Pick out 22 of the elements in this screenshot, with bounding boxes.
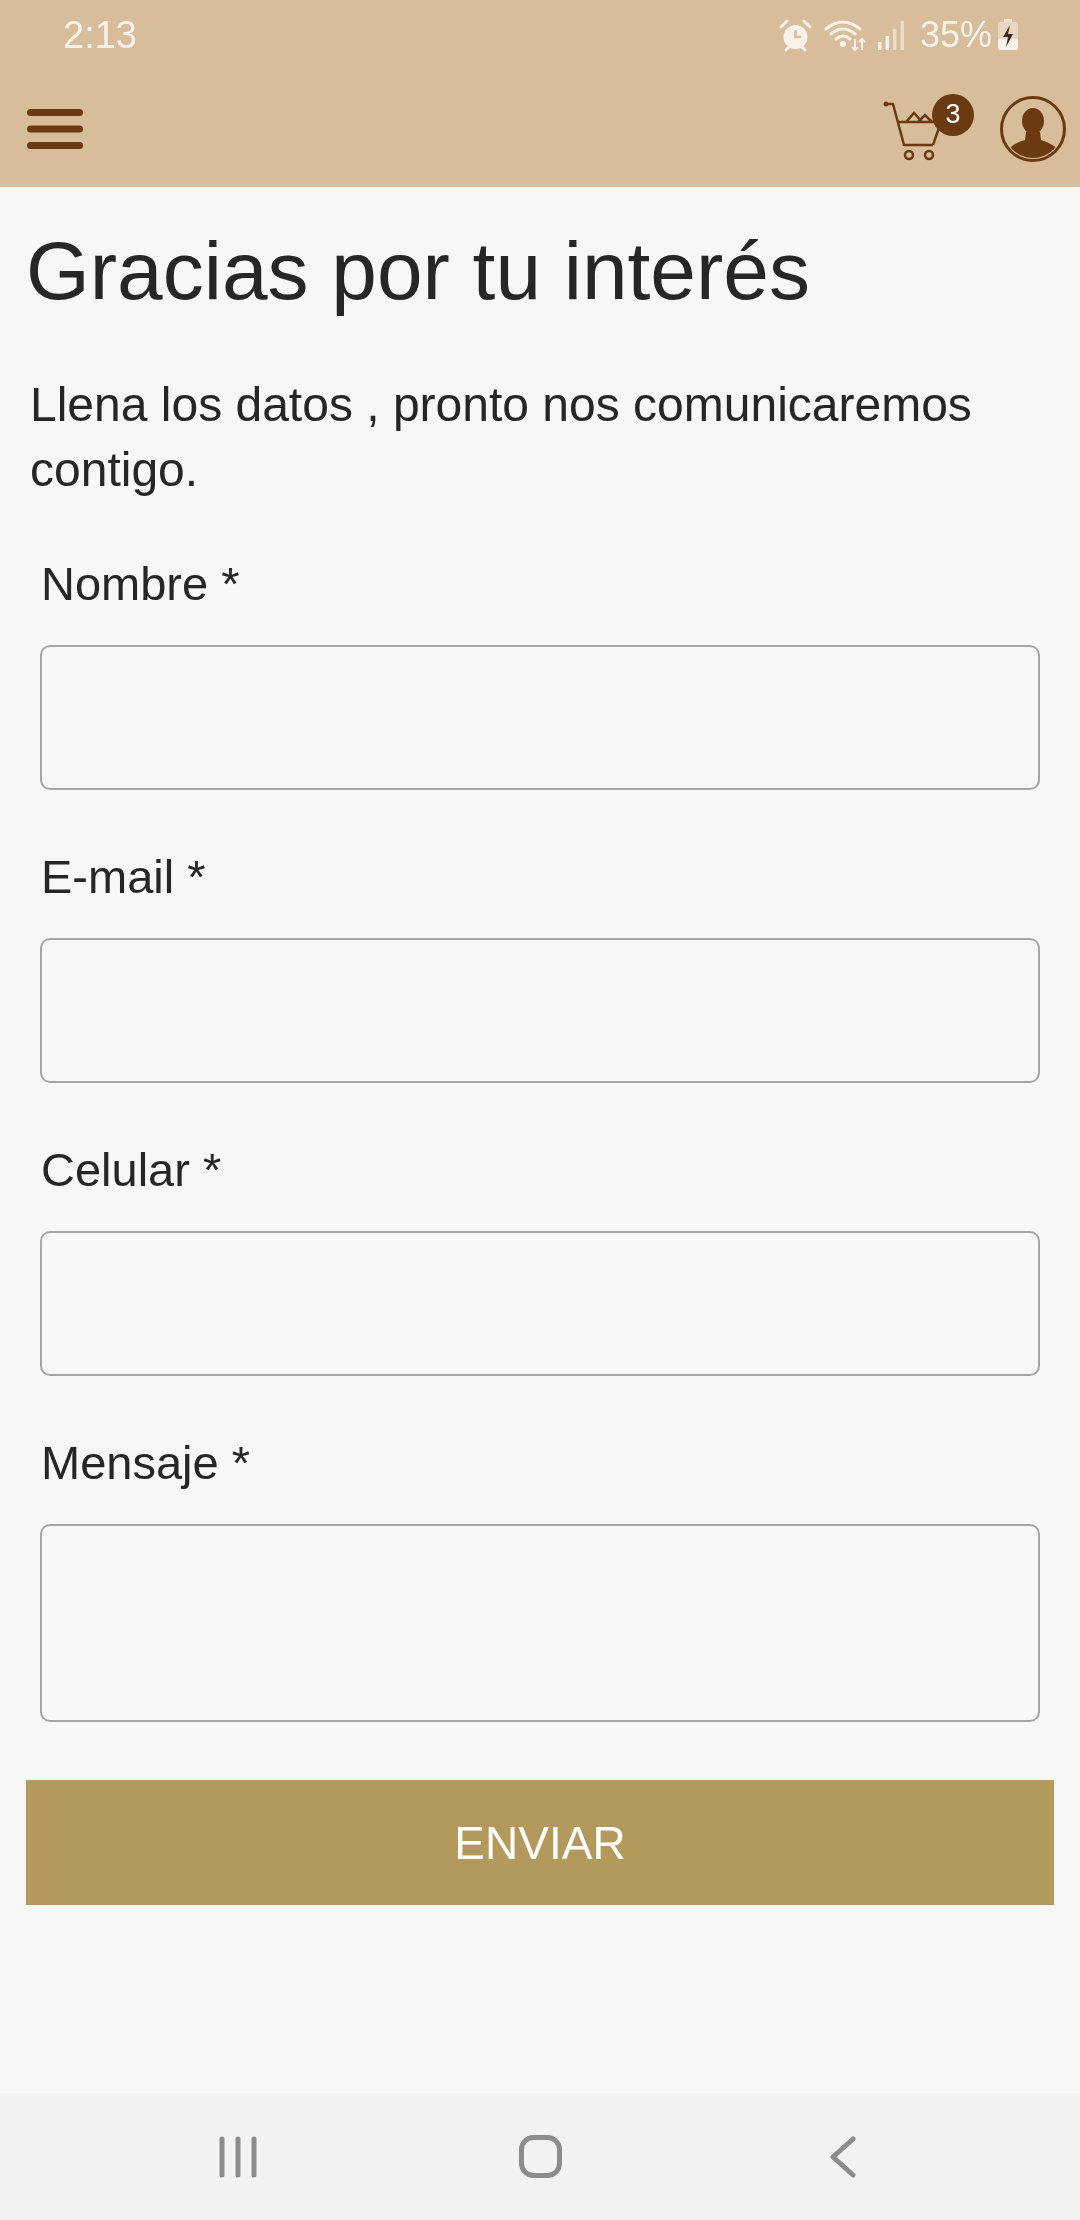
field-label: E-mail * xyxy=(40,849,207,905)
status-time: 2:13 xyxy=(63,16,137,54)
field-label: Celular * xyxy=(40,1142,223,1198)
wifi-icon xyxy=(823,18,867,52)
menu-icon[interactable] xyxy=(27,108,83,149)
profile-icon[interactable] xyxy=(1000,95,1066,162)
cart-count-badge: 3 xyxy=(932,93,974,136)
input-field[interactable] xyxy=(40,1231,1040,1376)
home-icon[interactable] xyxy=(518,2135,562,2178)
input-field[interactable] xyxy=(40,938,1040,1083)
battery-percent: 35% xyxy=(919,17,992,53)
back-icon[interactable] xyxy=(828,2135,856,2178)
message-field[interactable] xyxy=(40,1524,1040,1722)
submit-button[interactable]: ENVIAR xyxy=(26,1780,1054,1905)
input-field[interactable] xyxy=(40,645,1040,790)
field-label: Mensaje * xyxy=(40,1435,251,1491)
alarm-icon xyxy=(778,18,812,52)
intro-text: Llena los datos , pronto nos comunicaremos contigo. xyxy=(29,377,973,498)
field-label: Nombre * xyxy=(40,556,241,612)
signal-icon xyxy=(876,20,905,50)
recent-apps-icon[interactable] xyxy=(219,2135,257,2178)
battery-charging-icon xyxy=(997,19,1019,51)
